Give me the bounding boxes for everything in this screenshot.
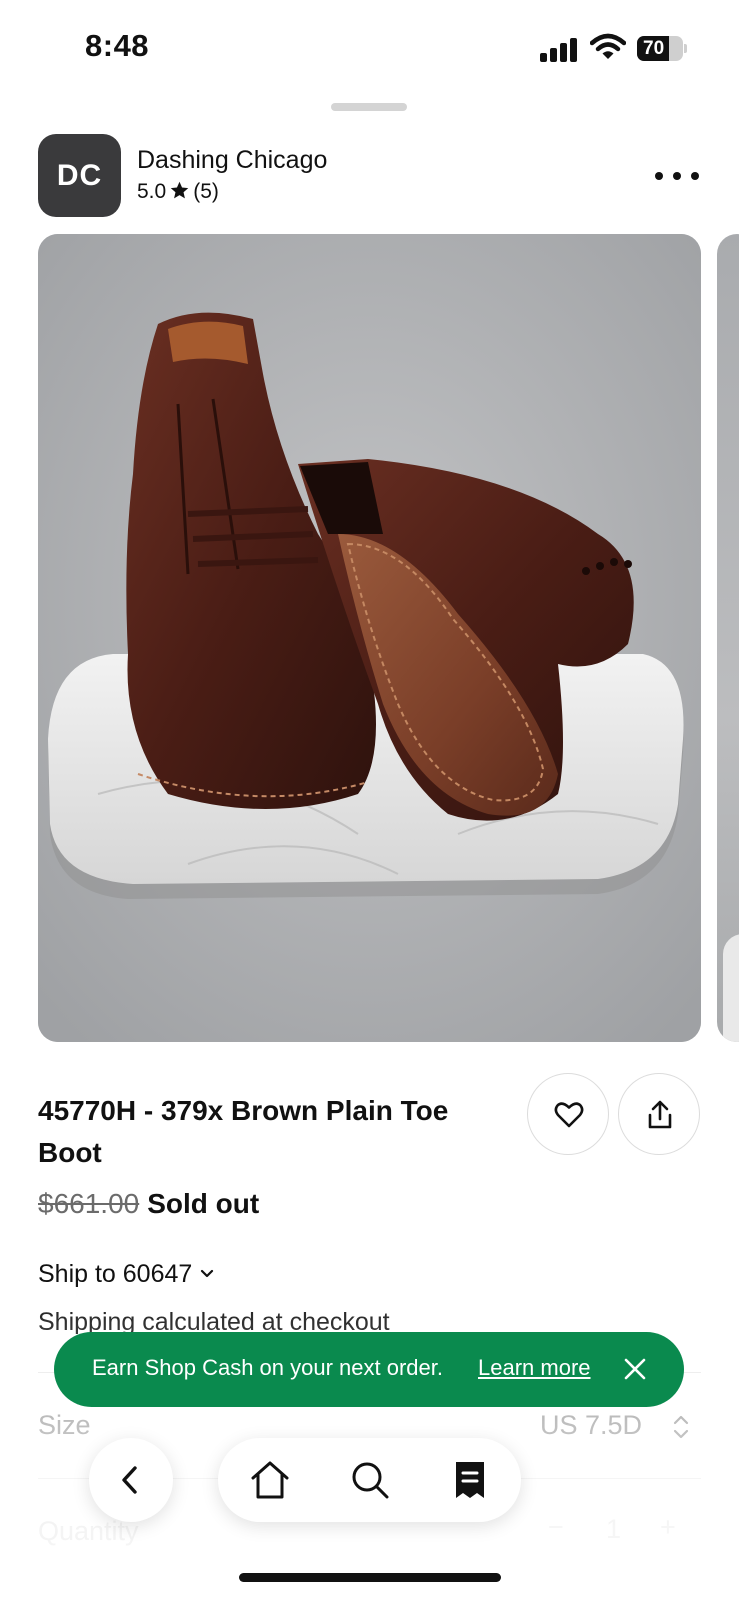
shipping-note: Shipping calculated at checkout bbox=[38, 1308, 390, 1334]
home-indicator bbox=[239, 1573, 501, 1582]
quantity-increment-button[interactable]: + bbox=[660, 1512, 676, 1543]
search-icon[interactable] bbox=[348, 1458, 392, 1502]
chevron-down-icon bbox=[201, 1269, 214, 1278]
price-row: $661.00 Sold out bbox=[38, 1188, 259, 1220]
shop-name[interactable]: Dashing Chicago bbox=[137, 146, 327, 175]
wifi-icon bbox=[589, 33, 627, 61]
orders-icon[interactable] bbox=[448, 1458, 492, 1502]
signal-icon bbox=[540, 36, 578, 62]
bottom-nav bbox=[218, 1438, 521, 1522]
favorite-button[interactable] bbox=[527, 1073, 609, 1155]
product-title: 45770H - 379x Brown Plain Toe Boot bbox=[38, 1095, 449, 1168]
learn-more-link[interactable]: Learn more bbox=[478, 1355, 591, 1381]
sold-out-label: Sold out bbox=[147, 1188, 260, 1219]
size-label: Size bbox=[38, 1410, 91, 1440]
close-icon[interactable] bbox=[620, 1354, 650, 1384]
next-image-peek[interactable] bbox=[717, 234, 739, 1042]
status-time: 8:48 bbox=[85, 28, 150, 63]
review-count: (5) bbox=[193, 180, 219, 203]
product-image[interactable] bbox=[38, 234, 701, 1042]
heart-icon bbox=[554, 1102, 584, 1128]
ship-to-label: Ship to 60647 bbox=[38, 1260, 193, 1288]
back-icon bbox=[122, 1466, 137, 1494]
share-icon bbox=[648, 1100, 672, 1129]
shop-cash-toast: Earn Shop Cash on your next order. Learn… bbox=[54, 1332, 684, 1407]
share-button[interactable] bbox=[618, 1073, 700, 1155]
status-bar: 8:48 70 bbox=[0, 0, 739, 100]
sheet-handle[interactable] bbox=[331, 103, 407, 111]
quantity-decrement-button[interactable]: − bbox=[548, 1512, 564, 1543]
chevron-up-down-icon[interactable] bbox=[672, 1412, 690, 1442]
home-icon[interactable] bbox=[248, 1458, 292, 1502]
original-price: $661.00 bbox=[38, 1188, 140, 1219]
shop-avatar[interactable]: DC bbox=[38, 134, 121, 217]
ship-to-selector[interactable]: Ship to 60647 bbox=[38, 1260, 214, 1289]
battery-icon: 70 bbox=[637, 36, 687, 61]
back-button[interactable] bbox=[89, 1438, 173, 1522]
battery-level: 70 bbox=[643, 38, 665, 59]
more-options-button[interactable] bbox=[655, 160, 705, 190]
toast-message: Earn Shop Cash on your next order. bbox=[92, 1355, 443, 1380]
quantity-value: 1 bbox=[606, 1514, 622, 1544]
size-value[interactable]: US 7.5D bbox=[540, 1410, 642, 1441]
shop-rating: 5.0 (5) bbox=[137, 180, 219, 204]
rating-value: 5.0 bbox=[137, 180, 167, 203]
star-icon bbox=[170, 181, 189, 199]
